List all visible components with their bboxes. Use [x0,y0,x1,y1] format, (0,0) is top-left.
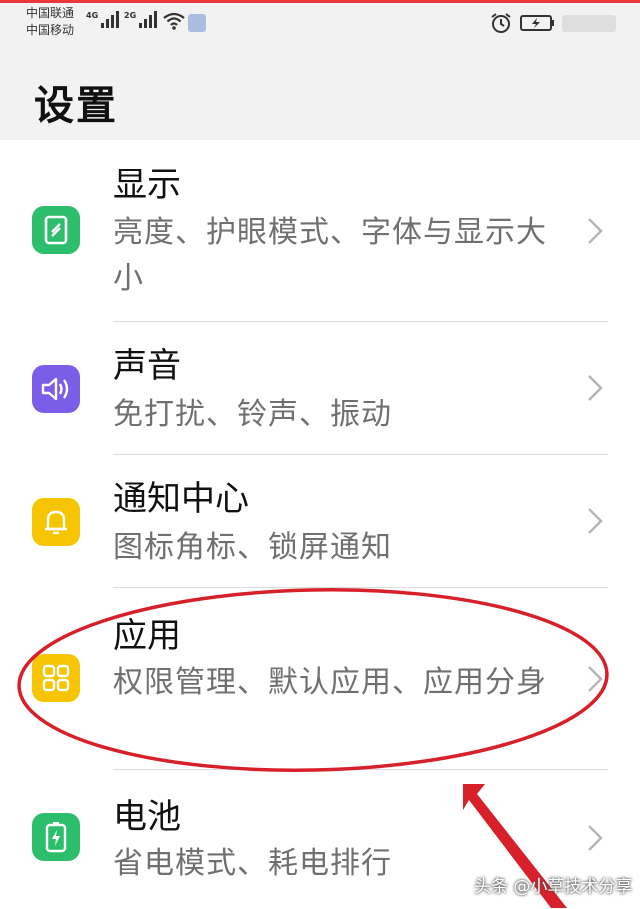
chevron-right-icon [588,508,603,534]
settings-item-subtitle: 权限管理、默认应用、应用分身 [113,665,547,700]
settings-item-apps[interactable]: 应用 权限管理、默认应用、应用分身 [0,588,640,770]
network-2-label: 2G [124,11,137,20]
blurred-battery-percent [562,15,616,32]
settings-item-notification-center[interactable]: 通知中心 图标角标、锁屏通知 [0,455,640,588]
signal-2-icon: 2G [124,11,158,28]
status-bar: 中国联通 中国移动 4G 2G [0,3,640,45]
chevron-right-icon [588,825,603,851]
apps-grid-icon [32,654,80,702]
settings-item-subtitle: 免打扰、铃声、振动 [113,397,392,432]
sound-icon [32,365,80,413]
watermark: 头条 @小草技术分享 [474,877,633,897]
blurred-status-icon [188,14,206,32]
carrier-2-label: 中国移动 [26,23,75,37]
chevron-right-icon [588,218,603,244]
battery-icon [32,813,80,861]
settings-item-subtitle: 图标角标、锁屏通知 [113,530,392,565]
settings-item-title: 通知中心 [113,479,249,519]
battery-charging-icon [520,15,554,31]
page-title: 设置 [34,83,118,129]
settings-item-title: 应用 [113,616,181,656]
signal-1-icon: 4G [86,11,120,28]
display-icon [32,206,80,254]
settings-item-title: 电池 [113,797,181,837]
chevron-right-icon [588,375,603,401]
settings-item-display[interactable]: 显示 亮度、护眼模式、字体与显示大小 [0,140,640,322]
wifi-icon [163,12,185,30]
network-1-label: 4G [86,11,99,20]
settings-item-title: 显示 [113,165,181,205]
chevron-right-icon [588,666,603,692]
settings-item-sound[interactable]: 声音 免打扰、铃声、振动 [0,322,640,455]
bell-icon [32,498,80,546]
settings-item-subtitle: 亮度、护眼模式、字体与显示大小 [113,215,547,296]
carrier-labels: 中国联通 中国移动 [26,5,74,39]
carrier-1-label: 中国联通 [26,6,75,20]
alarm-clock-icon [491,13,511,33]
settings-header: 设置 [0,45,640,140]
settings-item-title: 声音 [113,346,181,386]
